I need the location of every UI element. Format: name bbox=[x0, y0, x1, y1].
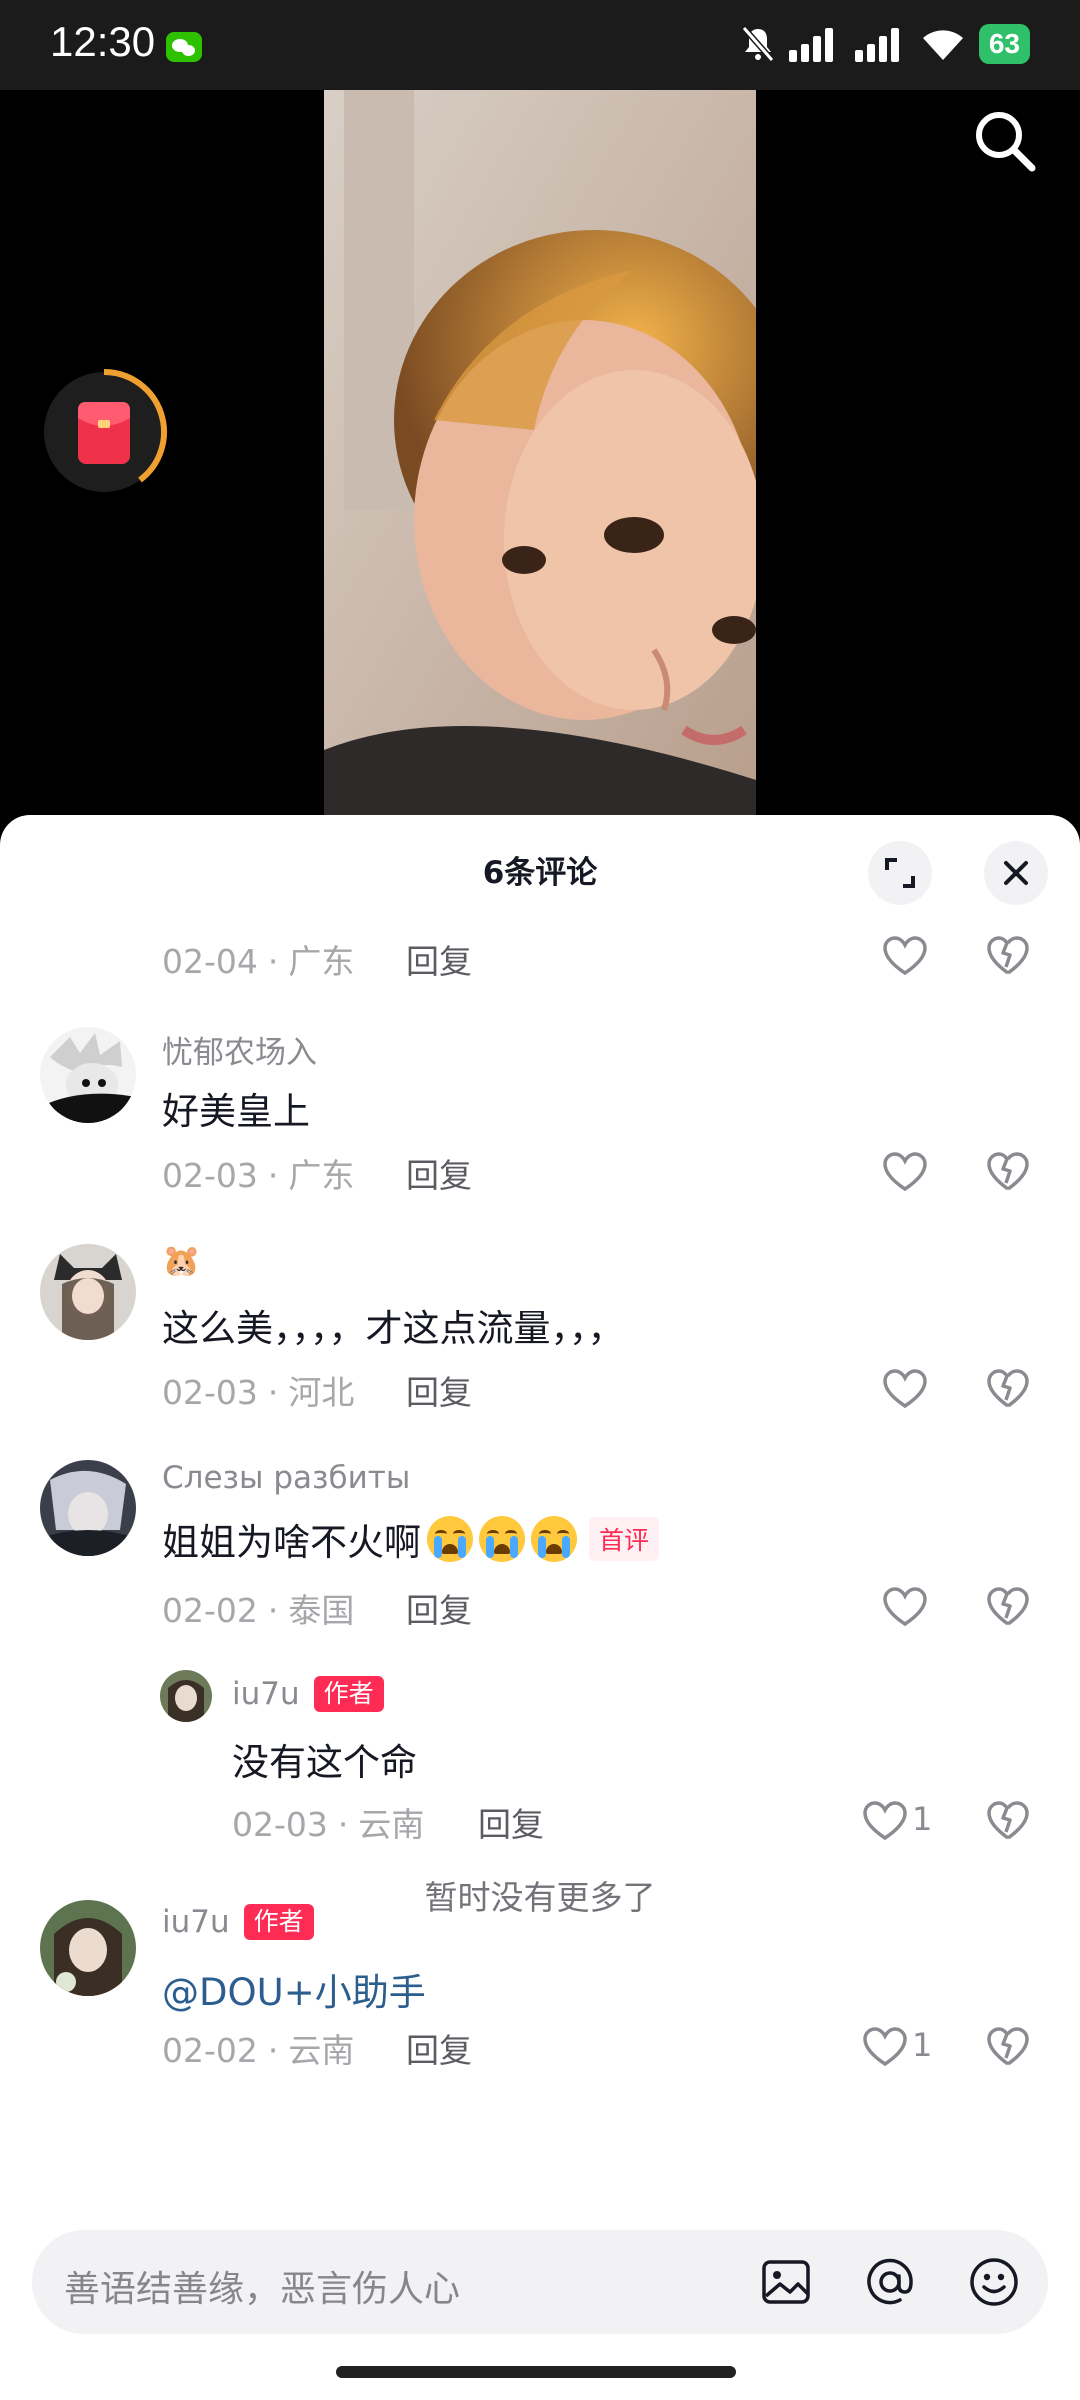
mention-link[interactable]: @DOU+小助手 bbox=[162, 1962, 426, 2016]
wifi-icon bbox=[922, 30, 963, 60]
comment-region: 云南 bbox=[288, 2031, 355, 2070]
image-icon[interactable] bbox=[760, 2256, 812, 2308]
comment-username[interactable]: Слезы разбиты bbox=[162, 1460, 410, 1496]
comment-meta: 02-03 · 云南 bbox=[232, 1805, 425, 1844]
emoji-icon[interactable] bbox=[968, 2256, 1020, 2308]
reply-button[interactable]: 回复 bbox=[478, 1798, 544, 1846]
comment-username[interactable]: 🐹 bbox=[162, 1242, 201, 1279]
avatar[interactable] bbox=[160, 1670, 212, 1722]
comment-date: 02-03 bbox=[232, 1805, 328, 1844]
comments-sheet: 6条评论 02-04 · 广东 回复 忧郁农场入 好美皇上 02-03 · 广东 回复 bbox=[0, 815, 1080, 2400]
reply-button[interactable]: 回复 bbox=[406, 1366, 472, 1414]
crying-emoji-icon bbox=[479, 1516, 525, 1562]
comment-username[interactable]: 忧郁农场入 bbox=[162, 1027, 317, 1072]
dislike-icon[interactable] bbox=[986, 1368, 1030, 1410]
reply-button[interactable]: 回复 bbox=[406, 935, 472, 983]
signal-icon bbox=[788, 28, 833, 62]
comment-meta: 02-03 · 河北 bbox=[162, 1373, 355, 1412]
comment-region: 泰国 bbox=[288, 1591, 355, 1630]
avatar[interactable] bbox=[40, 1460, 136, 1556]
reply-button[interactable]: 回复 bbox=[406, 2024, 472, 2072]
comment-text: 好美皇上 bbox=[162, 1090, 310, 1133]
comment-meta: 02-02 · 泰国 bbox=[162, 1591, 355, 1630]
no-more-text: 暂时没有更多了 bbox=[424, 1878, 656, 1917]
crying-emoji-icon bbox=[531, 1516, 577, 1562]
close-icon bbox=[1004, 861, 1028, 885]
comment-text: 这么美，，，，才这点流量，，， bbox=[162, 1307, 625, 1350]
comment-meta: 02-03 · 广东 bbox=[162, 1156, 355, 1195]
expand-button[interactable] bbox=[868, 841, 932, 905]
comment-date: 02-03 bbox=[162, 1156, 258, 1195]
comment-region: 河北 bbox=[288, 1373, 355, 1412]
comment-text: 没有这个命 bbox=[232, 1741, 417, 1784]
comment-text: 姐姐为啥不火啊 首评 bbox=[162, 1512, 660, 1566]
heart-icon[interactable] bbox=[862, 2026, 908, 2068]
status-time: 12:30 bbox=[50, 18, 156, 65]
comment-date: 02-02 bbox=[162, 2031, 258, 2070]
at-icon[interactable] bbox=[864, 2256, 916, 2308]
video-thumbnail bbox=[324, 90, 756, 820]
heart-icon[interactable] bbox=[882, 1368, 928, 1410]
status-icons: 63 bbox=[741, 24, 1030, 64]
comment-input[interactable]: 善语结善缘，恶言伤人心 bbox=[32, 2230, 1048, 2334]
like-count: 1 bbox=[912, 2026, 933, 2064]
dislike-icon[interactable] bbox=[986, 935, 1030, 977]
expand-icon bbox=[885, 858, 915, 888]
home-indicator[interactable] bbox=[336, 2366, 736, 2378]
comment-date: 02-04 bbox=[162, 942, 258, 981]
battery-indicator: 63 bbox=[978, 24, 1030, 64]
signal-icon bbox=[854, 28, 899, 62]
username-text: iu7u bbox=[232, 1676, 300, 1712]
search-icon[interactable] bbox=[970, 106, 1040, 176]
heart-icon[interactable] bbox=[882, 935, 928, 977]
comment-date: 02-03 bbox=[162, 1373, 258, 1412]
like-count: 1 bbox=[912, 1800, 933, 1838]
author-badge: 作者 bbox=[313, 1676, 384, 1712]
close-button[interactable] bbox=[984, 841, 1048, 905]
avatar[interactable] bbox=[40, 1244, 136, 1340]
dislike-icon[interactable] bbox=[986, 1800, 1030, 1842]
heart-icon[interactable] bbox=[882, 1151, 928, 1193]
heart-icon[interactable] bbox=[862, 1800, 908, 1842]
comment-date: 02-02 bbox=[162, 1591, 258, 1630]
crying-emoji-icon bbox=[427, 1516, 473, 1562]
comment-text-content: 姐姐为啥不火啊 bbox=[162, 1521, 421, 1564]
status-bar: 12:30 63 bbox=[0, 0, 1080, 90]
reply-button[interactable]: 回复 bbox=[406, 1584, 472, 1632]
video-player[interactable] bbox=[0, 90, 1080, 820]
heart-icon[interactable] bbox=[882, 1586, 928, 1628]
first-comment-badge: 首评 bbox=[589, 1517, 660, 1561]
wechat-icon bbox=[166, 32, 202, 62]
dislike-icon[interactable] bbox=[986, 2026, 1030, 2068]
comment-region: 云南 bbox=[358, 1805, 425, 1844]
comment-meta: 02-04 · 广东 bbox=[162, 942, 355, 981]
comment-region: 广东 bbox=[288, 1156, 355, 1195]
red-packet-icon[interactable] bbox=[40, 368, 168, 496]
comment-username[interactable]: iu7u 作者 bbox=[232, 1676, 384, 1712]
dislike-icon[interactable] bbox=[986, 1586, 1030, 1628]
mute-icon bbox=[741, 26, 775, 62]
avatar[interactable] bbox=[40, 1027, 136, 1123]
dislike-icon[interactable] bbox=[986, 1151, 1030, 1193]
reply-button[interactable]: 回复 bbox=[406, 1149, 472, 1197]
comment-region: 广东 bbox=[288, 942, 355, 981]
comment-input-placeholder: 善语结善缘，恶言伤人心 bbox=[64, 2269, 461, 2310]
comment-meta: 02-02 · 云南 bbox=[162, 2031, 355, 2070]
